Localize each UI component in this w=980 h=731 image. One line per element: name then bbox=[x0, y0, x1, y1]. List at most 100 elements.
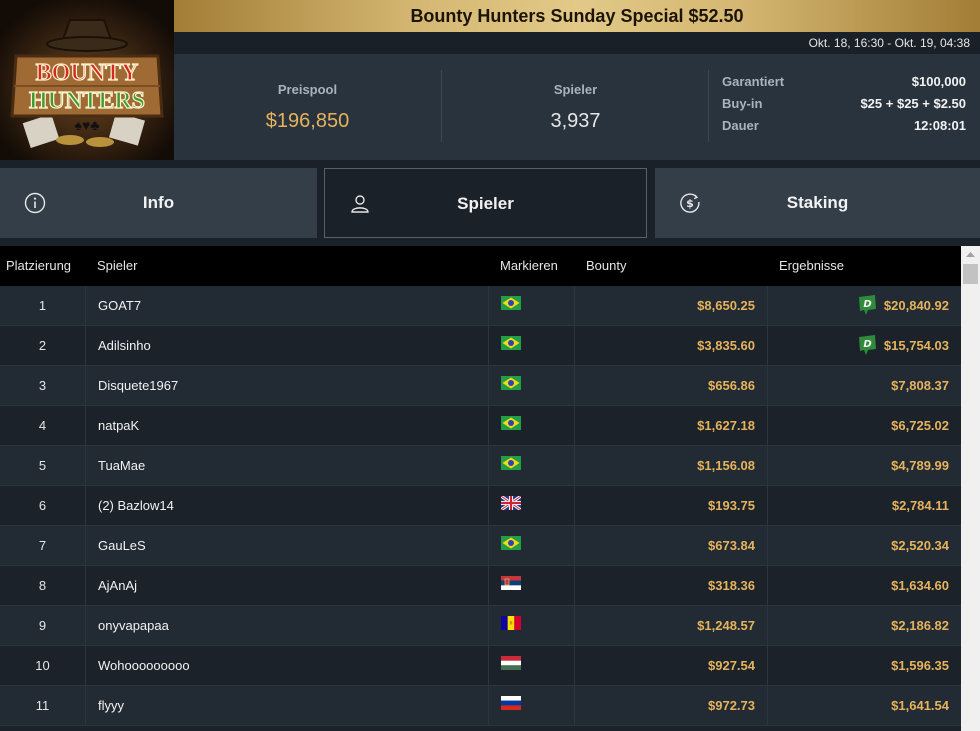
result-value: $1,641.54 bbox=[891, 698, 949, 713]
flag-cell bbox=[488, 526, 574, 565]
player-name-cell: GauLeS bbox=[85, 526, 488, 565]
table-row[interactable]: 10 Wohooooooooo $927.54 $1,596.35 bbox=[0, 646, 961, 686]
scroll-up-arrow-icon[interactable] bbox=[961, 246, 980, 263]
flag-cell bbox=[488, 646, 574, 685]
scrollbar-thumb[interactable] bbox=[963, 264, 978, 284]
flag-cell bbox=[488, 566, 574, 605]
svg-text:HUNTERS: HUNTERS bbox=[29, 88, 145, 114]
result-cell: $2,520.34 bbox=[767, 526, 961, 565]
detail-value: 12:08:01 bbox=[913, 118, 966, 133]
player-name-cell: Wohooooooooo bbox=[85, 646, 488, 685]
column-header-bounty[interactable]: Bounty bbox=[586, 246, 626, 286]
rank-cell: 5 bbox=[38, 458, 47, 473]
result-value: $20,840.92 bbox=[883, 298, 949, 313]
flag-cell bbox=[488, 446, 574, 485]
detail-label: Dauer bbox=[722, 118, 759, 133]
result-value: $2,520.34 bbox=[891, 538, 949, 553]
player-name-cell: flyyy bbox=[85, 686, 488, 725]
detail-value: $25 + $25 + $2.50 bbox=[860, 96, 966, 111]
rank-cell: 8 bbox=[38, 578, 47, 593]
column-header-flag[interactable]: Markieren bbox=[500, 246, 558, 286]
player-name-cell: (2) Bazlow14 bbox=[85, 486, 488, 525]
bounty-cell: $927.54 bbox=[574, 646, 767, 685]
table-body: 1 GOAT7 $8,650.25 D $20,840.92 2 Adilsinho $3,8… bbox=[0, 286, 961, 726]
players-table: Platzierung Spieler Markieren Bounty Erg… bbox=[0, 246, 961, 731]
flag-cell bbox=[488, 606, 574, 645]
tournament-stats: Preispool $196,850 Spieler 3,937 Garanti… bbox=[174, 54, 980, 160]
table-row[interactable]: 1 GOAT7 $8,650.25 D $20,840.92 bbox=[0, 286, 961, 326]
rank-cell: 1 bbox=[38, 298, 47, 313]
tab-staking[interactable]: $ Staking bbox=[655, 168, 980, 238]
result-value: $4,789.99 bbox=[891, 458, 949, 473]
result-cell: $1,596.35 bbox=[767, 646, 961, 685]
tab-info[interactable]: Info bbox=[0, 168, 317, 238]
column-header-rank[interactable]: Platzierung bbox=[6, 246, 71, 286]
svg-text:D: D bbox=[863, 339, 871, 350]
result-cell: D $20,840.92 bbox=[767, 286, 961, 325]
table-row[interactable]: 5 TuaMae $1,156.08 $4,789.99 bbox=[0, 446, 961, 486]
player-name-cell: onyvapapaa bbox=[85, 606, 488, 645]
flag-cell bbox=[488, 406, 574, 445]
table-row[interactable]: 7 GauLeS $673.84 $2,520.34 bbox=[0, 526, 961, 566]
tournament-header: BOUNTY HUNTERS ♠♥♣ Bounty Hunters Sunday… bbox=[0, 0, 980, 160]
bounty-cell: $193.75 bbox=[574, 486, 767, 525]
result-value: $1,596.35 bbox=[891, 658, 949, 673]
flag-cell bbox=[488, 486, 574, 525]
player-name-cell: AjAnAj bbox=[85, 566, 488, 605]
tab-label: Staking bbox=[786, 193, 849, 212]
player-name-cell: Disquete1967 bbox=[85, 366, 488, 405]
player-name-cell: Adilsinho bbox=[85, 326, 488, 365]
bounty-cell: $1,627.18 bbox=[574, 406, 767, 445]
rank-cell: 2 bbox=[38, 338, 47, 353]
detail-duration: Dauer 12:08:01 bbox=[722, 118, 966, 140]
bounty-cell: $3,835.60 bbox=[574, 326, 767, 365]
bounty-cell: $673.84 bbox=[574, 526, 767, 565]
column-header-player[interactable]: Spieler bbox=[97, 246, 137, 286]
table-row[interactable]: 6 (2) Bazlow14 $193.75 $2,784.11 bbox=[0, 486, 961, 526]
table-row[interactable]: 4 natpaK $1,627.18 $6,725.02 bbox=[0, 406, 961, 446]
table-row[interactable]: 9 onyvapapaa $1,248.57 $2,186.82 bbox=[0, 606, 961, 646]
bounty-cell: $972.73 bbox=[574, 686, 767, 725]
result-value: $6,725.02 bbox=[891, 418, 949, 433]
prizepool-label: Preispool bbox=[277, 82, 338, 97]
bounty-hunters-logo: BOUNTY HUNTERS ♠♥♣ bbox=[0, 0, 174, 160]
rank-cell: 4 bbox=[38, 418, 47, 433]
tab-bar: Info Spieler $ Staking bbox=[0, 160, 980, 246]
tab-spieler[interactable]: Spieler bbox=[324, 168, 647, 238]
svg-text:BOUNTY: BOUNTY bbox=[36, 60, 139, 86]
detail-value: $100,000 bbox=[911, 74, 966, 89]
flag-cell bbox=[488, 366, 574, 405]
bounty-cell: $656.86 bbox=[574, 366, 767, 405]
result-cell: $1,641.54 bbox=[767, 686, 961, 725]
tab-label: Spieler bbox=[457, 194, 514, 213]
player-name-cell: GOAT7 bbox=[85, 286, 488, 325]
detail-buyin: Buy-in $25 + $25 + $2.50 bbox=[722, 96, 966, 118]
result-value: $2,186.82 bbox=[891, 618, 949, 633]
table-row[interactable]: 11 flyyy $972.73 $1,641.54 bbox=[0, 686, 961, 726]
detail-guaranteed: Garantiert $100,000 bbox=[722, 74, 966, 96]
tournament-title: Bounty Hunters Sunday Special $52.50 bbox=[174, 0, 980, 32]
rank-cell: 11 bbox=[35, 698, 50, 713]
divider bbox=[708, 70, 709, 142]
result-cell: $2,784.11 bbox=[767, 486, 961, 525]
tab-label: Info bbox=[142, 193, 175, 212]
table-row[interactable]: 8 AjAnAj $318.36 $1,634.60 bbox=[0, 566, 961, 606]
result-cell: $2,186.82 bbox=[767, 606, 961, 645]
tournament-details: Garantiert $100,000 Buy-in $25 + $25 + $… bbox=[722, 74, 966, 140]
column-header-results[interactable]: Ergebnisse bbox=[779, 246, 844, 286]
player-name-cell: natpaK bbox=[85, 406, 488, 445]
table-row[interactable]: 3 Disquete1967 $656.86 $7,808.37 bbox=[0, 366, 961, 406]
bounty-cell: $1,156.08 bbox=[574, 446, 767, 485]
table-row[interactable]: 2 Adilsinho $3,835.60 D $15,754.03 bbox=[0, 326, 961, 366]
result-cell: $6,725.02 bbox=[767, 406, 961, 445]
prizepool-stat: Preispool $196,850 bbox=[174, 54, 441, 160]
players-stat: Spieler 3,937 bbox=[442, 54, 709, 160]
flag-cell bbox=[488, 286, 574, 325]
result-cell: $7,808.37 bbox=[767, 366, 961, 405]
players-value: 3,937 bbox=[550, 110, 601, 132]
scrollbar[interactable] bbox=[961, 246, 980, 731]
rank-cell: 6 bbox=[38, 498, 47, 513]
svg-text:♠♥♣: ♠♥♣ bbox=[75, 117, 100, 133]
table-header: Platzierung Spieler Markieren Bounty Erg… bbox=[0, 246, 961, 286]
rank-cell: 3 bbox=[38, 378, 47, 393]
